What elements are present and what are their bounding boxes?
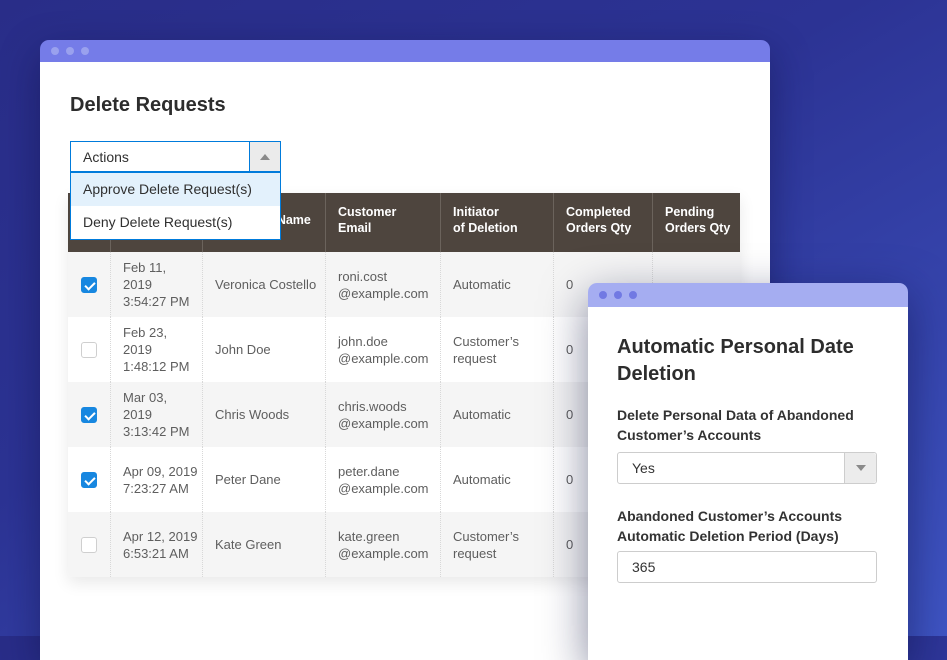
row-checkbox-cell bbox=[68, 447, 110, 512]
caret-down-icon bbox=[856, 465, 866, 471]
cell-customer-name: John Doe bbox=[202, 317, 325, 382]
deletion-period-label: Abandoned Customer’s Accounts Automatic … bbox=[617, 506, 877, 546]
actions-dropdown-toggle-button[interactable] bbox=[249, 142, 280, 171]
cell-initiator: Customer’s request bbox=[440, 317, 553, 382]
window-dot-icon bbox=[599, 291, 607, 299]
cell-date: Feb 23, 2019 1:48:12 PM bbox=[110, 317, 202, 382]
menu-item-approve-delete-requests[interactable]: Approve Delete Request(s) bbox=[71, 173, 280, 206]
header-pending-orders-qty[interactable]: Pending Orders Qty bbox=[652, 193, 740, 252]
cell-initiator: Customer’s request bbox=[440, 512, 553, 577]
page-title: Delete Requests bbox=[70, 92, 226, 118]
deletion-period-input[interactable] bbox=[617, 551, 877, 583]
cell-date: Apr 12, 2019 6:53:21 AM bbox=[110, 512, 202, 577]
actions-dropdown-value: Actions bbox=[71, 149, 249, 165]
cell-date: Apr 09, 2019 7:23:27 AM bbox=[110, 447, 202, 512]
row-checkbox-cell bbox=[68, 512, 110, 577]
row-checkbox-cell bbox=[68, 317, 110, 382]
settings-title: Automatic Personal Date Deletion bbox=[617, 334, 877, 388]
cell-date: Mar 03, 2019 3:13:42 PM bbox=[110, 382, 202, 447]
row-checkbox[interactable] bbox=[81, 407, 97, 423]
cell-initiator: Automatic bbox=[440, 382, 553, 447]
cell-customer-email: kate.green @example.com bbox=[325, 512, 440, 577]
cell-customer-email: chris.woods @example.com bbox=[325, 382, 440, 447]
window-dot-icon bbox=[81, 47, 89, 55]
cell-customer-name: Chris Woods bbox=[202, 382, 325, 447]
window-dot-icon bbox=[51, 47, 59, 55]
actions-dropdown[interactable]: Actions bbox=[70, 141, 281, 172]
cell-initiator: Automatic bbox=[440, 447, 553, 512]
window-titlebar bbox=[588, 283, 908, 307]
cell-initiator: Automatic bbox=[440, 252, 553, 317]
menu-item-deny-delete-requests[interactable]: Deny Delete Request(s) bbox=[71, 206, 280, 239]
cell-customer-name: Veronica Costello bbox=[202, 252, 325, 317]
actions-dropdown-menu: Approve Delete Request(s) Deny Delete Re… bbox=[70, 172, 281, 240]
window-dot-icon bbox=[629, 291, 637, 299]
caret-up-icon bbox=[260, 154, 270, 160]
delete-personal-data-select[interactable]: Yes bbox=[617, 452, 877, 484]
cell-customer-name: Kate Green bbox=[202, 512, 325, 577]
header-initiator-of-deletion[interactable]: Initiator of Deletion bbox=[440, 193, 553, 252]
cell-customer-email: john.doe @example.com bbox=[325, 317, 440, 382]
row-checkbox[interactable] bbox=[81, 537, 97, 553]
delete-personal-data-select-value: Yes bbox=[632, 460, 655, 476]
row-checkbox[interactable] bbox=[81, 277, 97, 293]
cell-customer-email: roni.cost @example.com bbox=[325, 252, 440, 317]
cell-date: Feb 11, 2019 3:54:27 PM bbox=[110, 252, 202, 317]
window-dot-icon bbox=[66, 47, 74, 55]
window-titlebar bbox=[40, 40, 770, 62]
row-checkbox[interactable] bbox=[81, 472, 97, 488]
row-checkbox[interactable] bbox=[81, 342, 97, 358]
cell-customer-email: peter.dane @example.com bbox=[325, 447, 440, 512]
cell-customer-name: Peter Dane bbox=[202, 447, 325, 512]
window-dot-icon bbox=[614, 291, 622, 299]
header-customer-email[interactable]: Customer Email bbox=[325, 193, 440, 252]
row-checkbox-cell bbox=[68, 382, 110, 447]
header-completed-orders-qty[interactable]: Completed Orders Qty bbox=[553, 193, 652, 252]
delete-personal-data-label: Delete Personal Data of Abandoned Custom… bbox=[617, 405, 877, 445]
row-checkbox-cell bbox=[68, 252, 110, 317]
automatic-personal-data-deletion-window: Automatic Personal Date Deletion Delete … bbox=[588, 283, 908, 660]
window-body: Automatic Personal Date Deletion Delete … bbox=[588, 307, 908, 660]
select-toggle-button[interactable] bbox=[844, 453, 876, 483]
